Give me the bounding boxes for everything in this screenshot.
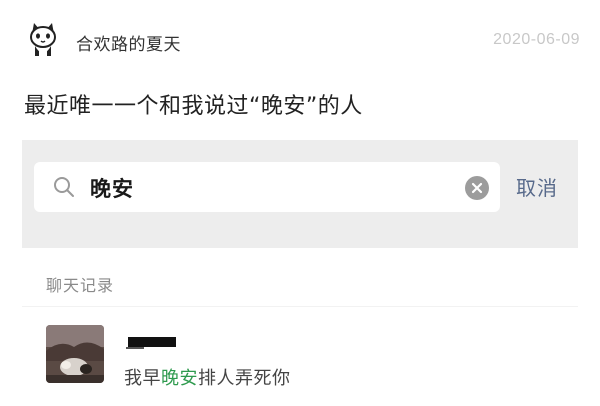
contact-avatar[interactable] [46,325,104,383]
cancel-button[interactable]: 取消 [516,172,558,201]
search-query[interactable]: 晚安 [90,173,134,203]
post-text: 最近唯一一个和我说过“晚安”的人 [24,94,363,119]
post-card: 合欢路的夏天 2020-06-09 最近唯一一个和我说过“晚安”的人 晚安 取消… [0,0,600,406]
message-text-after: 排人弄死你 [198,368,291,389]
cat-cartoon-icon[interactable] [26,20,60,58]
redacted-contact-name [126,336,178,350]
divider [22,306,578,307]
search-icon [52,175,76,199]
post-username[interactable]: 合欢路的夏天 [76,30,181,55]
message-text-before: 我早 [124,368,161,389]
section-label-chat-history: 聊天记录 [46,276,115,295]
message-preview[interactable]: 我早晚安排人弄死你 [124,364,291,390]
post-date: 2020-06-09 [493,31,580,48]
clear-icon[interactable] [465,176,489,200]
post-header: 合欢路的夏天 2020-06-09 [0,0,600,80]
message-keyword-highlight: 晚安 [161,368,198,389]
